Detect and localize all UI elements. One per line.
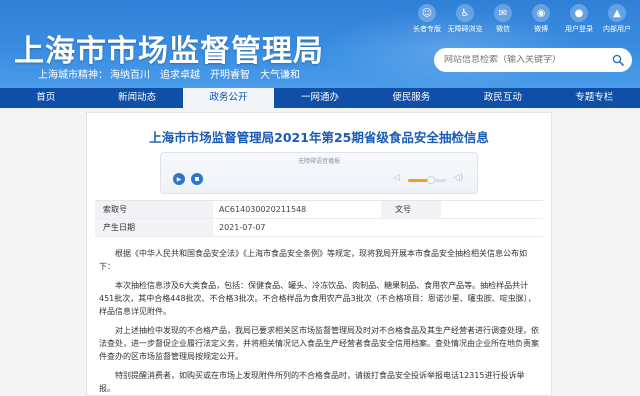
nav-item-one-stop-service[interactable]: 一网通办 [274,88,365,108]
volume-high-icon: ◁) [453,173,464,183]
body-paragraph: 本次抽检信息涉及6大类食品，包括：保健食品、罐头、冷冻饮品、肉制品、糖果制品、食… [99,281,536,316]
search-input[interactable] [434,55,606,65]
site-header: 上海市市场监督管理局 上海城市精神： 海纳百川 追求卓越 开明睿智 大气谦和 ☺ 长者专… [0,0,640,88]
volume-slider[interactable] [408,176,446,184]
search-icon [612,54,624,66]
spirit-item: 大气谦和 [260,70,300,81]
top-icon-label: 微信 [496,25,510,33]
nav-item-interaction[interactable]: 政民互动 [457,88,548,108]
index-label: 索取号 [95,201,213,218]
index-value: AC614030020211548 [219,205,307,214]
date-value: 2021-07-07 [219,223,266,232]
article-body: 根据《中华人民共和国食品安全法》《上海市食品安全条例》等规定，现将我局开展本市食… [99,247,539,395]
body-paragraph: 对上述抽检中发现的不合格产品，我局已要求相关区市场监督管理局及时对不合格食品及其… [99,326,539,361]
spirit-lead: 上海城市精神： [38,70,108,81]
meta-row: 产生日期 2021-07-07 [95,219,543,237]
site-search [434,48,632,72]
play-icon: ▶ [176,175,182,183]
weibo-icon: ◉ [532,4,550,22]
wechat-link[interactable]: ✉ 微信 [484,4,522,34]
top-icon-label: 用户登录 [565,25,593,33]
search-button[interactable] [606,48,630,72]
user-login-link[interactable]: ● 用户登录 [560,4,598,34]
doc-number-label: 文号 [381,201,441,218]
top-icon-label: 微博 [534,25,548,33]
article-title: 上海市市场监督管理局2021年第25期省级食品安全抽检信息 [149,130,489,145]
weibo-link[interactable]: ◉ 微博 [522,4,560,34]
nav-item-public-services[interactable]: 便民服务 [366,88,457,108]
elder-version-link[interactable]: ☺ 长者专版 [408,4,446,34]
nav-item-news[interactable]: 新闻动态 [91,88,182,108]
stop-icon [195,177,199,181]
audio-label: 无障碍语音播报 [297,158,340,165]
doc-number-value [441,201,543,218]
audio-player: 无障碍语音播报 ▶ ◁ ◁) [160,152,478,194]
user-icon: ● [570,4,588,22]
spirit-item: 海纳百川 [110,70,150,81]
accessibility-link[interactable]: ♿ 无障碍浏览 [446,4,484,34]
body-paragraph: 根据《中华人民共和国食品安全法》《上海市食品安全条例》等规定，现将我局开展本市食… [99,249,527,271]
top-icon-label: 无障碍浏览 [447,25,483,33]
spirit-item: 开明睿智 [210,70,250,81]
body-paragraph: 特别提醒消费者，如购买或在市场上发现附件所列的不合格食品时，请拨打食品安全投诉举… [99,371,525,393]
top-toolbar: ☺ 长者专版 ♿ 无障碍浏览 ✉ 微信 ◉ 微博 ● 用户登录 ▲ 内部用户 [408,4,636,34]
top-icon-label: 内部用户 [603,25,631,33]
wechat-icon: ✉ [494,4,512,22]
article-meta-table: 索取号 AC614030020211548 文号 产生日期 2021-07-07 [95,200,543,237]
nav-item-government-affairs[interactable]: 政务公开 [182,88,275,108]
stop-button[interactable] [191,173,203,185]
spirit-item: 追求卓越 [160,70,200,81]
volume-low-icon: ◁ [393,173,400,183]
main-nav: 首页 新闻动态 政务公开 一网通办 便民服务 政民互动 专题专栏 [0,88,640,108]
nav-item-special-topics[interactable]: 专题专栏 [549,88,640,108]
nav-item-home[interactable]: 首页 [0,88,91,108]
elder-icon: ☺ [418,4,436,22]
accessibility-icon: ♿ [456,4,474,22]
top-icon-label: 长者专版 [413,25,441,33]
internal-user-link[interactable]: ▲ 内部用户 [598,4,636,34]
internal-user-icon: ▲ [608,4,626,22]
play-button[interactable]: ▶ [173,173,185,185]
article-panel: 上海市市场监督管理局2021年第25期省级食品安全抽检信息 无障碍语音播报 ▶ … [86,112,552,396]
city-spirit-slogan: 上海城市精神： 海纳百川 追求卓越 开明睿智 大气谦和 [38,66,310,81]
volume-knob[interactable] [426,176,435,184]
site-title[interactable]: 上海市市场监督管理局 [14,26,324,70]
meta-row: 索取号 AC614030020211548 文号 [95,201,543,219]
date-label: 产生日期 [95,219,213,236]
